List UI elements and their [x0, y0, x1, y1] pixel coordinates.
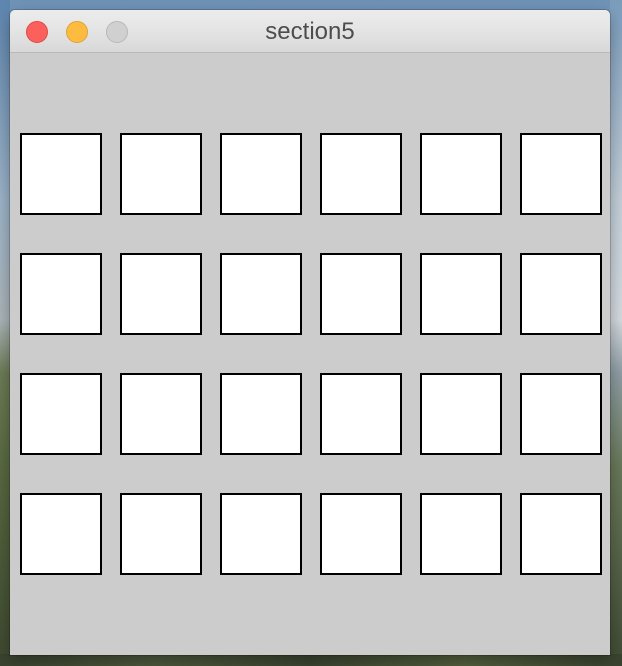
grid-square-r4-c1[interactable] [20, 493, 102, 575]
grid-square-r4-c5[interactable] [420, 493, 502, 575]
grid-square-r2-c2[interactable] [120, 253, 202, 335]
grid-square-r3-c6[interactable] [520, 373, 602, 455]
desktop-wallpaper-bottom [0, 654, 622, 666]
grid-square-r2-c5[interactable] [420, 253, 502, 335]
grid-square-r4-c4[interactable] [320, 493, 402, 575]
grid-square-r1-c6[interactable] [520, 133, 602, 215]
window-title: section5 [265, 18, 355, 45]
window-content [10, 53, 610, 655]
grid-square-r1-c1[interactable] [20, 133, 102, 215]
grid-square-r2-c1[interactable] [20, 253, 102, 335]
grid-square-r3-c5[interactable] [420, 373, 502, 455]
grid-square-r2-c3[interactable] [220, 253, 302, 335]
grid-square-r1-c5[interactable] [420, 133, 502, 215]
grid-square-r3-c4[interactable] [320, 373, 402, 455]
title-bar[interactable]: section5 [10, 10, 610, 53]
grid-square-r4-c6[interactable] [520, 493, 602, 575]
grid-square-r3-c1[interactable] [20, 373, 102, 455]
grid-square-r1-c2[interactable] [120, 133, 202, 215]
desktop-wallpaper-left [0, 0, 10, 666]
grid-square-r4-c3[interactable] [220, 493, 302, 575]
grid-square-r3-c3[interactable] [220, 373, 302, 455]
desktop-wallpaper-right [610, 0, 622, 666]
grid-square-r2-c4[interactable] [320, 253, 402, 335]
grid-square-r1-c3[interactable] [220, 133, 302, 215]
grid-square-r4-c2[interactable] [120, 493, 202, 575]
square-grid [20, 133, 602, 575]
app-window: section5 [10, 10, 610, 655]
grid-square-r2-c6[interactable] [520, 253, 602, 335]
grid-square-r3-c2[interactable] [120, 373, 202, 455]
grid-square-r1-c4[interactable] [320, 133, 402, 215]
